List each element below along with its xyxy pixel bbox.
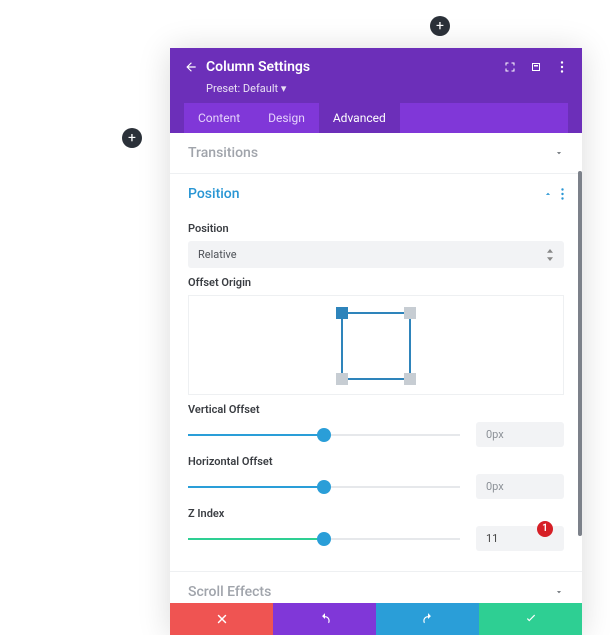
slider-thumb[interactable]	[317, 428, 331, 442]
save-icon[interactable]	[530, 61, 542, 73]
panel-body: Transitions Position Position Relative O…	[170, 133, 582, 603]
tab-content[interactable]: Content	[184, 103, 254, 133]
offset-origin-picker[interactable]	[188, 295, 564, 395]
preset-dropdown[interactable]: Preset: Default ▾	[206, 82, 568, 95]
origin-handle-top-right[interactable]	[404, 307, 416, 319]
position-select-value: Relative	[198, 248, 237, 261]
section-transitions-header[interactable]: Transitions	[170, 133, 582, 173]
add-section-top-button[interactable]: +	[430, 16, 450, 36]
origin-handle-top-left[interactable]	[336, 307, 348, 319]
tabs: Content Design Advanced	[184, 103, 568, 133]
z-index-slider[interactable]	[188, 538, 460, 540]
z-index-label: Z Index	[188, 507, 564, 520]
panel-header: Column Settings Preset: Default ▾ Conten…	[170, 48, 582, 133]
chevron-up-icon	[543, 189, 553, 199]
section-position-header[interactable]: Position	[170, 174, 582, 214]
select-arrows-icon	[546, 249, 554, 261]
confirm-button[interactable]	[479, 603, 582, 635]
vertical-offset-slider[interactable]	[188, 434, 460, 436]
section-position-title: Position	[188, 186, 240, 202]
horizontal-offset-value[interactable]: 0px	[476, 474, 564, 499]
expand-icon[interactable]	[504, 61, 516, 73]
tab-advanced[interactable]: Advanced	[319, 103, 400, 133]
panel-title: Column Settings	[206, 59, 496, 75]
chevron-down-icon	[554, 587, 564, 597]
horizontal-offset-slider[interactable]	[188, 486, 460, 488]
section-transitions-title: Transitions	[188, 145, 258, 161]
section-scroll-effects-header[interactable]: Scroll Effects	[170, 572, 582, 603]
back-icon[interactable]	[184, 60, 198, 74]
offset-origin-label: Offset Origin	[188, 276, 564, 289]
origin-rect	[341, 312, 411, 380]
column-settings-panel: Column Settings Preset: Default ▾ Conten…	[170, 48, 582, 635]
add-section-left-button[interactable]: +	[122, 128, 142, 148]
position-label: Position	[188, 222, 564, 235]
more-icon[interactable]	[556, 61, 568, 73]
origin-handle-bottom-left[interactable]	[336, 373, 348, 385]
slider-thumb[interactable]	[317, 480, 331, 494]
slider-thumb[interactable]	[317, 532, 331, 546]
origin-handle-bottom-right[interactable]	[404, 373, 416, 385]
panel-footer	[170, 603, 582, 635]
section-scroll-effects-title: Scroll Effects	[188, 584, 271, 600]
tab-design[interactable]: Design	[254, 103, 319, 133]
position-select[interactable]: Relative	[188, 241, 564, 268]
undo-button[interactable]	[273, 603, 376, 635]
step-badge: 1	[537, 521, 553, 537]
cancel-button[interactable]	[170, 603, 273, 635]
section-position-body: Position Relative Offset Origin Vertical…	[170, 222, 582, 572]
redo-button[interactable]	[376, 603, 479, 635]
vertical-offset-value[interactable]: 0px	[476, 422, 564, 447]
section-more-icon[interactable]	[561, 188, 564, 200]
horizontal-offset-label: Horizontal Offset	[188, 455, 564, 468]
vertical-offset-label: Vertical Offset	[188, 403, 564, 416]
scrollbar[interactable]	[578, 171, 582, 536]
chevron-down-icon	[554, 148, 564, 158]
